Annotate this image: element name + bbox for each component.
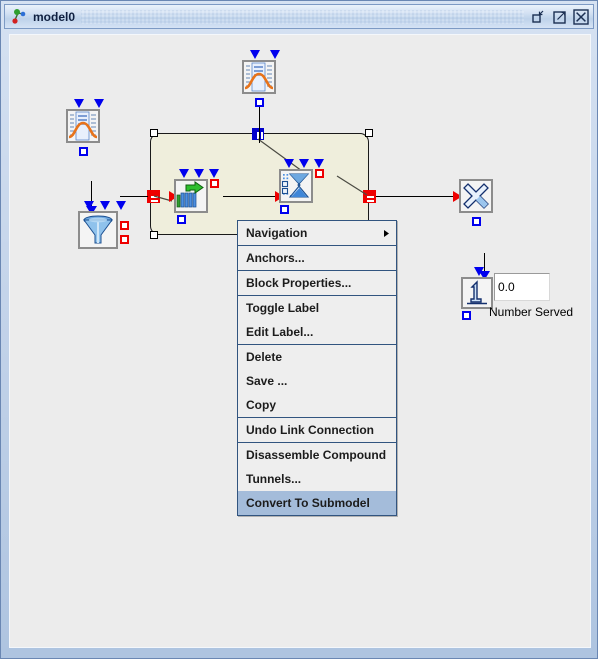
menu-item-block-properties[interactable]: Block Properties... — [238, 271, 396, 295]
block-context-menu[interactable]: Navigation Anchors... Block Properties... T… — [237, 220, 397, 516]
wire-compound-to-exit — [376, 196, 457, 197]
parameter-port[interactable] — [280, 205, 289, 214]
output-port[interactable] — [255, 98, 264, 107]
parameter-port[interactable] — [462, 311, 471, 320]
model-graph-icon — [9, 7, 29, 27]
compound-output-port[interactable] — [363, 190, 376, 203]
menu-item-label: Undo Link Connection — [246, 423, 374, 437]
compound-input-port[interactable] — [147, 190, 160, 203]
maximize-button[interactable] — [551, 8, 569, 26]
close-button[interactable] — [572, 8, 590, 26]
input-arrow[interactable] — [94, 99, 104, 108]
output-port[interactable] — [472, 217, 481, 226]
output-port[interactable] — [120, 235, 129, 244]
input-arrow[interactable] — [194, 169, 204, 178]
number-served-label: Number Served — [489, 305, 574, 319]
title-bar[interactable]: model0 — [4, 4, 594, 29]
output-port[interactable] — [315, 169, 324, 178]
x-cross-icon[interactable] — [459, 179, 493, 213]
distribution-table-icon[interactable] — [66, 109, 100, 143]
input-arrow[interactable] — [250, 50, 260, 59]
input-arrow[interactable] — [100, 201, 110, 210]
wire-queue-to-activity — [223, 196, 281, 197]
input-arrow[interactable] — [84, 201, 94, 210]
input-arrow[interactable] — [474, 267, 484, 276]
parameter-port[interactable] — [177, 215, 186, 224]
menu-item-label: Delete — [246, 350, 283, 364]
number-served-value[interactable]: 0.0 — [494, 273, 550, 301]
menu-item-label: Block Properties... — [246, 276, 352, 290]
menu-item-label: Save ... — [246, 374, 288, 388]
selection-handle-bl[interactable] — [150, 231, 158, 239]
funnel-icon[interactable] — [78, 211, 118, 249]
wire-source-to-compound — [120, 196, 148, 197]
menu-item-tunnels[interactable]: Tunnels... — [238, 467, 396, 491]
wire-to-compound-port — [259, 107, 260, 143]
input-arrow[interactable] — [116, 201, 126, 210]
window-title: model0 — [33, 9, 76, 24]
model-canvas[interactable]: 0.0 Number Served Navigation Anchors... Bl… — [9, 34, 591, 648]
menu-item-label: Edit Label... — [246, 325, 314, 339]
menu-item-disassemble-compound[interactable]: Disassemble Compound — [238, 443, 396, 467]
menu-item-save[interactable]: Save ... — [238, 369, 396, 393]
input-arrow[interactable] — [299, 159, 309, 168]
menu-item-delete[interactable]: Delete — [238, 345, 396, 369]
output-port[interactable] — [210, 179, 219, 188]
submenu-arrow-icon — [384, 230, 389, 237]
menu-item-label: Toggle Label — [246, 301, 320, 315]
menu-item-label: Anchors... — [246, 251, 305, 265]
menu-item-label: Tunnels... — [246, 472, 302, 486]
distribution-table-icon[interactable] — [242, 60, 276, 94]
application-window: model0 0.0 Number Served Navigation Anch… — [0, 0, 598, 659]
menu-item-label: Convert To Submodel — [246, 496, 370, 510]
hourglass-icon[interactable] — [279, 169, 313, 203]
menu-item-convert-to-submodel[interactable]: Convert To Submodel — [238, 491, 396, 515]
restore-button[interactable] — [530, 8, 548, 26]
input-arrow[interactable] — [179, 169, 189, 178]
menu-item-undo-link-connection[interactable]: Undo Link Connection — [238, 418, 396, 442]
menu-item-label: Disassemble Compound — [246, 448, 387, 462]
input-arrow[interactable] — [284, 159, 294, 168]
input-arrow[interactable] — [209, 169, 219, 178]
output-port[interactable] — [120, 221, 129, 230]
output-port[interactable] — [79, 147, 88, 156]
title-bar-grip — [81, 9, 524, 24]
selection-handle-tr[interactable] — [365, 129, 373, 137]
menu-item-edit-label[interactable]: Edit Label... — [238, 320, 396, 344]
menu-item-navigation[interactable]: Navigation — [238, 221, 396, 245]
input-arrow[interactable] — [74, 99, 84, 108]
menu-item-toggle-label[interactable]: Toggle Label — [238, 296, 396, 320]
menu-item-label: Navigation — [246, 226, 308, 240]
compound-parameter-port[interactable] — [252, 128, 264, 140]
menu-item-label: Copy — [246, 398, 276, 412]
menu-item-copy[interactable]: Copy — [238, 393, 396, 417]
input-arrow[interactable] — [270, 50, 280, 59]
selection-handle-tl[interactable] — [150, 129, 158, 137]
input-arrow[interactable] — [314, 159, 324, 168]
queue-bars-icon[interactable] — [174, 179, 208, 213]
menu-item-anchors[interactable]: Anchors... — [238, 246, 396, 270]
